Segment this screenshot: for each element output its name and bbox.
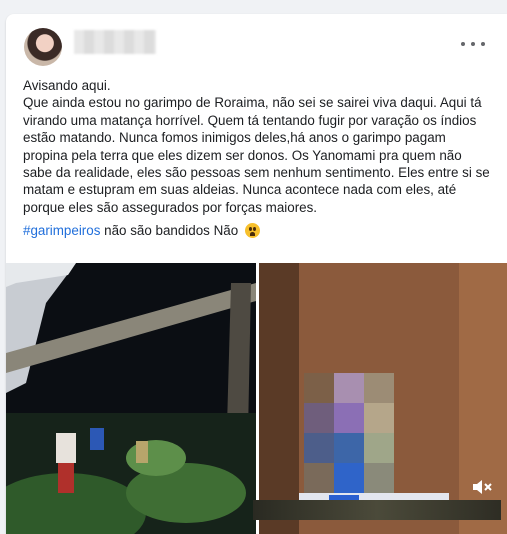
post-hashtag-line: #garimpeiros não são bandidos Não <box>23 222 493 239</box>
post-text: Avisando aqui. Que ainda estou no garimp… <box>23 77 493 240</box>
more-options-icon[interactable] <box>461 36 485 52</box>
photo-left[interactable] <box>6 263 256 534</box>
author-name-redacted[interactable] <box>74 30 156 54</box>
hashtag-suffix: não são bandidos Não <box>100 223 239 239</box>
post-card: Avisando aqui. Que ainda estou no garimp… <box>6 14 507 534</box>
media-strip-bottom[interactable] <box>253 500 501 520</box>
speaker-muted-icon[interactable] <box>471 478 493 496</box>
video-right[interactable] <box>259 263 507 534</box>
night-scene-image <box>6 263 256 534</box>
hashtag-link[interactable]: #garimpeiros <box>23 223 100 238</box>
post-line-body: Que ainda estou no garimpo de Roraima, n… <box>23 95 490 215</box>
blurred-video-image <box>259 263 507 534</box>
crying-face-emoji-icon <box>244 223 260 239</box>
avatar[interactable] <box>24 28 62 66</box>
post-line-greeting: Avisando aqui. <box>23 78 111 93</box>
